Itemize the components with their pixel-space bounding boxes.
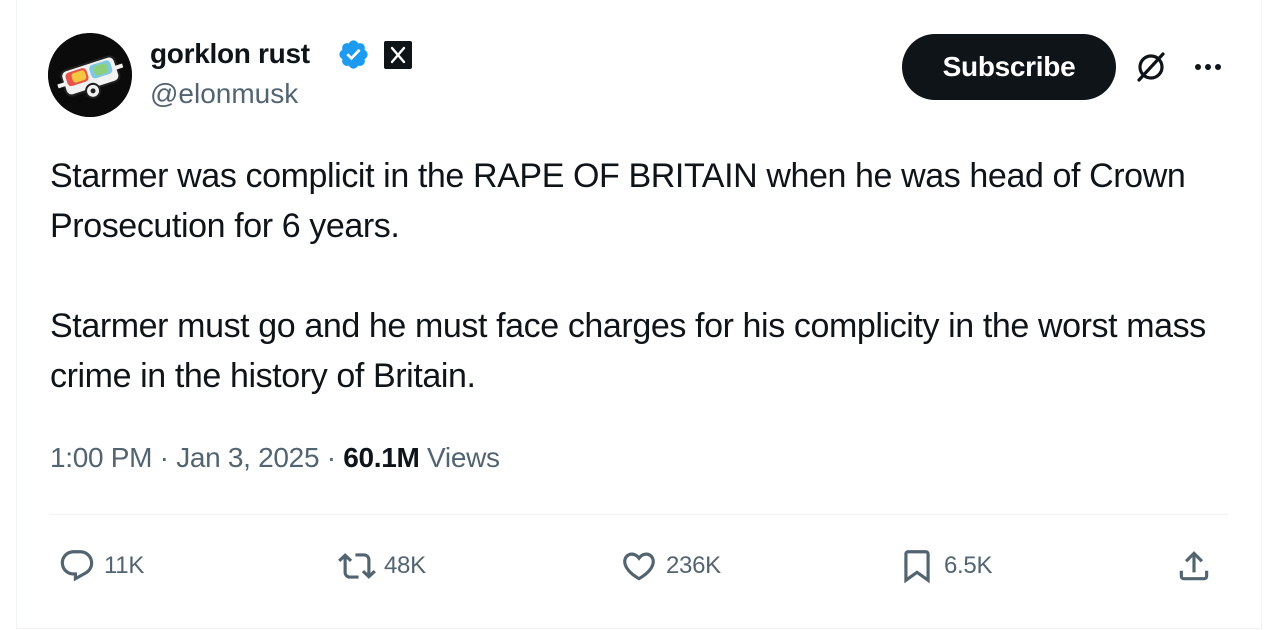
heart-icon [623,552,655,581]
repost-button[interactable]: 48K [338,543,426,589]
tweet-date[interactable]: Jan 3, 2025 [176,442,319,473]
x-affiliate-icon[interactable] [384,41,412,69]
verified-badge-icon[interactable] [337,38,370,71]
tweet-paragraph-2: Starmer must go and he must face charges… [50,307,1206,395]
divider [50,514,1228,515]
subscribe-button[interactable]: Subscribe [902,34,1116,100]
display-name[interactable]: gorklon rust [150,38,310,70]
meta-separator: · [326,442,336,473]
like-count: 236K [666,552,721,579]
tweet-time[interactable]: 1:00 PM [50,442,152,473]
reply-count: 11K [104,552,145,579]
avatar-image [48,33,132,117]
tweet-text: Starmer was complicit in the RAPE OF BRI… [50,151,1210,401]
username-handle[interactable]: @elonmusk [150,78,298,110]
tweet-paragraph-1: Starmer was complicit in the RAPE OF BRI… [50,157,1186,245]
tweet-meta: 1:00 PM · Jan 3, 2025 · 60.1M Views [50,442,500,474]
repost-icon [338,553,376,579]
repost-count: 48K [384,552,426,579]
bookmark-count: 6.5K [944,552,993,579]
meta-separator: · [159,442,169,473]
bookmark-button[interactable]: 6.5K [898,543,992,589]
avatar[interactable] [48,33,132,117]
more-icon[interactable] [1190,52,1226,82]
bookmark-icon [904,550,930,584]
views-label[interactable]: Views [427,442,500,473]
share-button[interactable] [1175,543,1221,589]
share-icon [1179,551,1209,581]
reply-button[interactable]: 11K [58,543,144,589]
reply-icon [60,550,94,582]
grok-icon[interactable] [1132,48,1170,86]
like-button[interactable]: 236K [620,543,721,589]
views-count[interactable]: 60.1M [343,442,420,473]
